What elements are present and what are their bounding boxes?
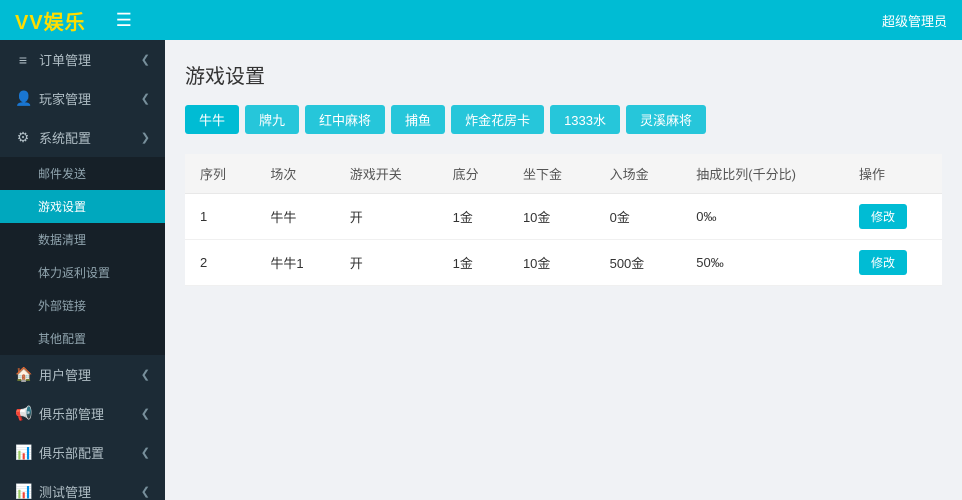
mail-send-label: 邮件发送 — [38, 167, 86, 181]
club-icon: 📢 — [15, 405, 31, 422]
club-config-icon: 📊 — [15, 444, 31, 461]
main-layout: ≡ 订单管理 ❮ 👤 玩家管理 ❮ ⚙ 系统配置 ❯ 邮件发送 — [0, 40, 962, 500]
arrow-club-config: ❮ — [141, 446, 150, 459]
sidebar-sub-data-clean[interactable]: 数据清理 — [0, 223, 165, 256]
user-icon: 🏠 — [15, 366, 31, 383]
hamburger-icon[interactable]: ☰ — [116, 10, 132, 31]
player-icon: 👤 — [15, 90, 31, 107]
test-icon: 📊 — [15, 483, 31, 500]
col-commission: 抽成比列(千分比) — [681, 154, 844, 194]
cell-sit-gold-1: 10金 — [508, 240, 595, 286]
arrow-club: ❮ — [141, 407, 150, 420]
sidebar-label-order: 订单管理 — [39, 50, 91, 69]
table-row: 2 牛牛1 开 1金 10金 500金 50‰ 修改 — [185, 240, 942, 286]
cell-entry-gold-1: 500金 — [595, 240, 682, 286]
sidebar-sub-other-config[interactable]: 其他配置 — [0, 322, 165, 355]
game-settings-table: 序列 场次 游戏开关 底分 坐下金 入场金 抽成比列(千分比) 操作 1 牛牛 … — [185, 154, 942, 286]
tab-redzhongmajiang[interactable]: 红中麻将 — [305, 105, 385, 134]
page-title: 游戏设置 — [185, 60, 942, 89]
sidebar-sub-mail-send[interactable]: 邮件发送 — [0, 157, 165, 190]
other-config-label: 其他配置 — [38, 332, 86, 346]
content-area: 游戏设置 牛牛 牌九 红中麻将 捕鱼 炸金花房卡 1333水 灵溪麻将 序列 场… — [165, 40, 962, 500]
arrow-user: ❮ — [141, 368, 150, 381]
sidebar-item-user-management[interactable]: 🏠 用户管理 ❮ — [0, 355, 165, 394]
external-link-label: 外部链接 — [38, 299, 86, 313]
sidebar-sub-external-link[interactable]: 外部链接 — [0, 289, 165, 322]
cell-game-type-0: 牛牛 — [255, 194, 334, 240]
tab-paijiiu[interactable]: 牌九 — [245, 105, 299, 134]
arrow-system: ❯ — [141, 131, 150, 144]
game-settings-sub-label: 游戏设置 — [38, 200, 86, 214]
sidebar-label-club-config: 俱乐部配置 — [39, 443, 104, 462]
edit-button-1[interactable]: 修改 — [859, 250, 907, 275]
arrow-order: ❮ — [141, 53, 150, 66]
col-entry-gold: 入场金 — [595, 154, 682, 194]
top-header: VV娱乐 ☰ 超级管理员 — [0, 0, 962, 40]
order-icon: ≡ — [15, 52, 31, 68]
cell-entry-gold-0: 0金 — [595, 194, 682, 240]
sidebar-label-user: 用户管理 — [39, 365, 91, 384]
arrow-test: ❮ — [141, 485, 150, 498]
sidebar-label-club: 俱乐部管理 — [39, 404, 104, 423]
sidebar-item-player-management[interactable]: 👤 玩家管理 ❮ — [0, 79, 165, 118]
cell-sit-gold-0: 10金 — [508, 194, 595, 240]
cell-game-switch-1: 开 — [335, 240, 438, 286]
logo: VV娱乐 — [15, 6, 86, 35]
col-game-type: 场次 — [255, 154, 334, 194]
cell-commission-0: 0‰ — [681, 194, 844, 240]
sidebar-item-club-management[interactable]: 📢 俱乐部管理 ❮ — [0, 394, 165, 433]
col-seq: 序列 — [185, 154, 255, 194]
cell-commission-1: 50‰ — [681, 240, 844, 286]
cell-seq-0: 1 — [185, 194, 255, 240]
cell-score-1: 1金 — [438, 240, 508, 286]
sidebar-item-club-config[interactable]: 📊 俱乐部配置 ❮ — [0, 433, 165, 472]
sidebar-item-test-management[interactable]: 📊 测试管理 ❮ — [0, 472, 165, 500]
tab-zhajinhua[interactable]: 炸金花房卡 — [451, 105, 544, 134]
tab-liumajiang[interactable]: 灵溪麻将 — [626, 105, 706, 134]
system-icon: ⚙ — [15, 129, 31, 146]
physical-reward-label: 体力返利设置 — [38, 266, 110, 280]
game-tabs: 牛牛 牌九 红中麻将 捕鱼 炸金花房卡 1333水 灵溪麻将 — [185, 105, 942, 134]
sidebar-label-test: 测试管理 — [39, 482, 91, 500]
sidebar-sub-game-settings[interactable]: 游戏设置 — [0, 190, 165, 223]
sidebar-item-order-management[interactable]: ≡ 订单管理 ❮ — [0, 40, 165, 79]
admin-label: 超级管理员 — [882, 11, 947, 30]
col-action: 操作 — [844, 154, 942, 194]
tab-1333shui[interactable]: 1333水 — [550, 105, 620, 134]
data-clean-label: 数据清理 — [38, 233, 86, 247]
col-sit-gold: 坐下金 — [508, 154, 595, 194]
col-score: 底分 — [438, 154, 508, 194]
system-config-submenu: 邮件发送 游戏设置 数据清理 体力返利设置 外部链接 其他配置 — [0, 157, 165, 355]
cell-game-type-1: 牛牛1 — [255, 240, 334, 286]
cell-seq-1: 2 — [185, 240, 255, 286]
tab-niupai[interactable]: 牛牛 — [185, 105, 239, 134]
cell-score-0: 1金 — [438, 194, 508, 240]
col-game-switch: 游戏开关 — [335, 154, 438, 194]
sidebar-label-player: 玩家管理 — [39, 89, 91, 108]
table-header-row: 序列 场次 游戏开关 底分 坐下金 入场金 抽成比列(千分比) 操作 — [185, 154, 942, 194]
table-row: 1 牛牛 开 1金 10金 0金 0‰ 修改 — [185, 194, 942, 240]
tab-buyu[interactable]: 捕鱼 — [391, 105, 445, 134]
cell-action-1: 修改 — [844, 240, 942, 286]
edit-button-0[interactable]: 修改 — [859, 204, 907, 229]
sidebar-label-system: 系统配置 — [39, 128, 91, 147]
sidebar: ≡ 订单管理 ❮ 👤 玩家管理 ❮ ⚙ 系统配置 ❯ 邮件发送 — [0, 40, 165, 500]
sidebar-item-system-config[interactable]: ⚙ 系统配置 ❯ — [0, 118, 165, 157]
cell-action-0: 修改 — [844, 194, 942, 240]
cell-game-switch-0: 开 — [335, 194, 438, 240]
arrow-player: ❮ — [141, 92, 150, 105]
sidebar-sub-physical-reward[interactable]: 体力返利设置 — [0, 256, 165, 289]
